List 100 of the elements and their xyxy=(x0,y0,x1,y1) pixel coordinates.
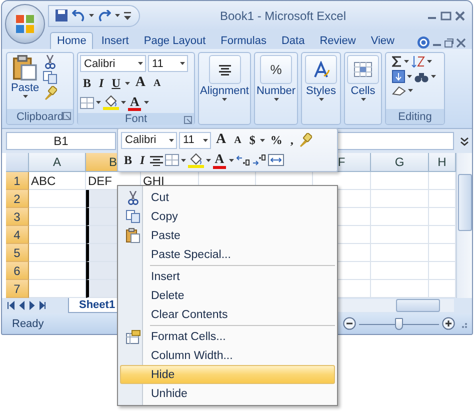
menu-item[interactable]: Unhide xyxy=(120,384,335,403)
caret-icon[interactable] xyxy=(89,14,94,17)
caret-icon[interactable] xyxy=(121,101,126,104)
row-header[interactable]: 1 xyxy=(6,172,29,190)
sort-icon[interactable] xyxy=(411,55,425,68)
decrease-decimal-icon[interactable] xyxy=(252,154,266,166)
row-header[interactable]: 7 xyxy=(6,280,29,298)
copy-icon[interactable] xyxy=(126,210,140,223)
dialog-launcher-icon[interactable] xyxy=(63,112,71,120)
menu-item[interactable]: Column Width... xyxy=(120,346,335,365)
column-header[interactable]: G xyxy=(371,153,429,172)
horizontal-scrollbar[interactable] xyxy=(336,299,454,312)
row-header[interactable]: 5 xyxy=(6,244,29,262)
caret-icon[interactable] xyxy=(96,101,101,104)
row-header[interactable]: 4 xyxy=(6,226,29,244)
font-size-field[interactable]: 11 xyxy=(179,132,211,148)
currency-button[interactable]: $ xyxy=(246,131,258,149)
caret-icon[interactable] xyxy=(407,75,412,78)
save-icon[interactable] xyxy=(55,9,68,22)
align-center-icon[interactable] xyxy=(218,64,232,76)
ribbon-tab[interactable]: Page Layout xyxy=(136,32,213,49)
clipboard-icon[interactable] xyxy=(126,228,140,243)
font-size-field[interactable]: 11 xyxy=(148,55,188,72)
menu-item[interactable]: Paste Special... xyxy=(120,245,335,264)
ribbon-tab[interactable]: Insert xyxy=(94,32,136,49)
align-center-icon[interactable] xyxy=(150,154,163,166)
customize-icon[interactable] xyxy=(124,12,131,20)
menu-item[interactable]: Cut xyxy=(120,188,335,207)
format-cells-icon[interactable] xyxy=(126,330,140,344)
menu-item[interactable]: Hide xyxy=(120,365,335,384)
shrink-font-button[interactable]: A xyxy=(231,131,244,149)
caret-icon[interactable] xyxy=(260,138,266,142)
scissors-icon[interactable] xyxy=(127,190,139,204)
close-icon[interactable] xyxy=(456,38,466,48)
percent-button[interactable]: % xyxy=(267,131,286,149)
copy-icon[interactable] xyxy=(43,71,58,84)
grid-cell[interactable]: ABC xyxy=(29,172,86,190)
row-header[interactable]: 6 xyxy=(6,262,29,280)
menu-item[interactable]: Paste xyxy=(120,226,335,245)
bold-button[interactable]: B xyxy=(121,151,136,169)
ribbon-tab[interactable]: View xyxy=(364,32,402,49)
dialog-launcher-icon[interactable] xyxy=(184,116,192,124)
zoom-out-icon[interactable] xyxy=(343,317,356,330)
caret-icon[interactable] xyxy=(144,101,150,104)
menu-item[interactable]: Format Cells... xyxy=(120,327,335,346)
format-painter-icon[interactable] xyxy=(298,133,312,147)
column-header[interactable]: A xyxy=(29,153,86,172)
zoom-in-icon[interactable] xyxy=(442,317,455,330)
restore-icon[interactable] xyxy=(444,38,454,48)
bold-button[interactable]: B xyxy=(80,74,94,92)
caret-icon[interactable] xyxy=(206,158,211,162)
font-color-button[interactable]: A xyxy=(212,152,226,168)
increase-decimal-icon[interactable] xyxy=(236,154,250,166)
zoom-slider[interactable] xyxy=(359,318,439,330)
caret-icon[interactable] xyxy=(115,14,120,17)
caret-icon[interactable] xyxy=(125,82,130,84)
row-header[interactable]: 3 xyxy=(6,208,29,226)
fill-down-icon[interactable] xyxy=(392,70,405,83)
merge-center-icon[interactable] xyxy=(268,154,284,166)
caret-icon[interactable] xyxy=(427,60,432,63)
sum-icon[interactable] xyxy=(392,56,402,67)
styles-icon[interactable] xyxy=(312,60,330,78)
underline-button[interactable]: U xyxy=(108,74,124,92)
fill-color-icon[interactable] xyxy=(103,95,119,110)
caret-icon[interactable] xyxy=(180,158,186,162)
paste-button[interactable]: Paste xyxy=(9,55,42,98)
format-painter-icon[interactable] xyxy=(43,86,58,100)
comma-button[interactable]: , xyxy=(287,131,296,149)
name-box[interactable]: B1 xyxy=(6,132,116,150)
help-icon[interactable] xyxy=(417,36,430,49)
grow-font-button[interactable]: A xyxy=(132,74,148,92)
redo-icon[interactable] xyxy=(98,10,111,22)
binoculars-icon[interactable] xyxy=(414,70,429,82)
expand-icon[interactable] xyxy=(460,136,469,146)
caret-icon[interactable] xyxy=(404,60,409,63)
column-header[interactable]: H xyxy=(429,153,456,172)
font-name-field[interactable]: Calibri xyxy=(121,132,177,148)
undo-icon[interactable] xyxy=(72,10,85,22)
font-name-field[interactable]: Calibri xyxy=(80,55,146,72)
menu-item[interactable]: Insert xyxy=(120,267,335,286)
eraser-icon[interactable] xyxy=(392,85,406,96)
ribbon-tab[interactable]: Home xyxy=(50,32,94,49)
caret-icon[interactable] xyxy=(431,75,436,78)
vertical-scrollbar[interactable] xyxy=(456,153,472,298)
ribbon-tab[interactable]: Review xyxy=(312,32,363,49)
ribbon-tab[interactable]: Data xyxy=(274,32,312,49)
grow-font-button[interactable]: A xyxy=(213,131,230,149)
row-header[interactable]: 2 xyxy=(6,190,29,208)
menu-item[interactable]: Copy xyxy=(120,207,335,226)
shrink-font-button[interactable]: A xyxy=(150,74,164,92)
scissors-icon[interactable] xyxy=(44,55,56,69)
cells-icon[interactable] xyxy=(354,62,372,77)
close-icon[interactable] xyxy=(454,10,466,22)
fill-color-icon[interactable] xyxy=(188,152,204,168)
italic-button[interactable]: I xyxy=(96,74,107,92)
clipboard-icon[interactable] xyxy=(13,55,37,80)
caret-icon[interactable] xyxy=(229,158,234,162)
caret-icon[interactable] xyxy=(408,89,413,92)
maximize-icon[interactable] xyxy=(440,10,452,22)
ribbon-tab[interactable]: Formulas xyxy=(214,32,274,49)
